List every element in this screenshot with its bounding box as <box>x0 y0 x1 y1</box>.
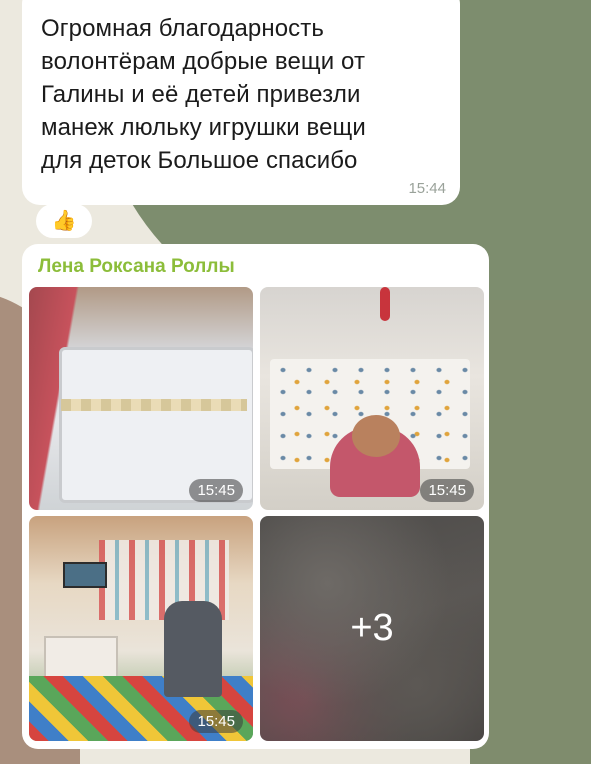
photo-time: 15:45 <box>420 479 474 502</box>
sender-name[interactable]: Лена Роксана Роллы <box>38 256 235 278</box>
reaction-badge[interactable]: 👍 <box>36 204 92 238</box>
message-bubble[interactable]: Огромная благодарность волонтёрам добрые… <box>22 0 460 205</box>
stroller <box>164 601 222 697</box>
media-message-bubble: Лена Роксана Роллы 15:45 15:45 15:45 +3 <box>22 244 489 749</box>
tv <box>63 562 107 588</box>
photo-more-blurred[interactable]: +3 <box>260 516 484 741</box>
photo-child-in-playpen[interactable]: 15:45 <box>260 287 484 510</box>
playpen-rail <box>61 399 247 411</box>
photo-room-with-stroller[interactable]: 15:45 <box>29 516 253 741</box>
photo-playpen[interactable]: 15:45 <box>29 287 253 510</box>
hanging-toy <box>380 287 390 321</box>
photo-time: 15:45 <box>189 479 243 502</box>
message-time: 15:44 <box>408 180 446 197</box>
child-head <box>352 415 400 457</box>
more-photos-count: +3 <box>350 607 394 649</box>
thumbs-up-icon: 👍 <box>51 210 77 232</box>
message-text: Огромная благодарность волонтёрам добрые… <box>41 15 366 174</box>
photo-time: 15:45 <box>189 710 243 733</box>
